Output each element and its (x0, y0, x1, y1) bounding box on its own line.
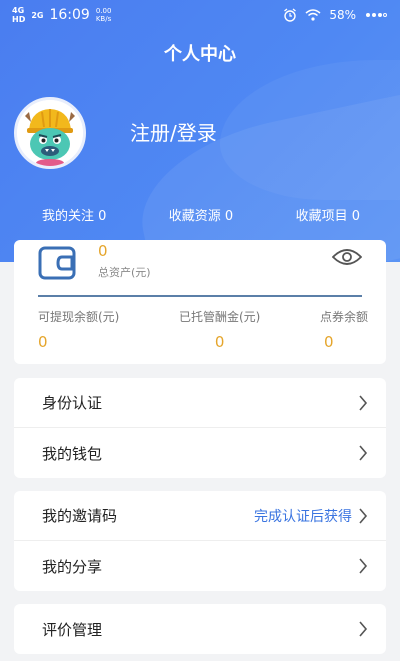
profile-header: 4G HD 2G 16:09 0.00 KB/s 58% 个人中心 注册/登录 … (0, 0, 400, 262)
balance-value: 0 (214, 333, 225, 351)
page-title: 个人中心 (164, 44, 236, 65)
wifi-icon (305, 9, 321, 21)
menu-item-identity-verification[interactable]: 身份认证 (14, 378, 386, 428)
menu-item-review-management[interactable]: 评价管理 (14, 604, 386, 654)
menu-item-label: 我的分享 (42, 557, 103, 576)
total-assets-value: 0 (98, 242, 108, 260)
speed-unit: KB/s (95, 15, 112, 23)
chevron-right-icon (359, 445, 368, 461)
menu-item-my-wallet[interactable]: 我的钱包 (14, 428, 386, 478)
network-4g: 4G (12, 6, 25, 15)
withdrawable-balance: 可提现余额(元) 0 (38, 308, 119, 351)
network-speed: 0.00 KB/s (96, 7, 112, 23)
stat-favorite-resources[interactable]: 收藏资源 0 (169, 205, 233, 227)
stat-following[interactable]: 我的关注 0 (42, 205, 106, 227)
status-right: 58% (283, 8, 388, 22)
menu-item-label: 身份认证 (42, 394, 103, 412)
status-left: 4G HD 2G 16:09 0.00 KB/s (12, 6, 111, 24)
status-time: 16:09 (49, 7, 90, 23)
speed-value: 0.00 (95, 7, 112, 15)
menu-item-invite-code[interactable]: 我的邀请码 完成认证后获得 (14, 491, 386, 541)
register-login-link[interactable]: 注册/登录 (130, 117, 217, 146)
balance-label: 点券余额 (319, 310, 368, 324)
network-hd: HD (12, 15, 26, 24)
invite-code-hint: 完成认证后获得 (254, 508, 352, 525)
alarm-icon (284, 8, 297, 22)
menu-group-invite: 我的邀请码 完成认证后获得 我的分享 (14, 491, 386, 591)
balances-row: 可提现余额(元) 0 已托管酬金(元) 0 点券余额 0 (38, 308, 368, 351)
divider (38, 295, 362, 297)
escrow-balance: 已托管酬金(元) 0 (179, 308, 260, 351)
wallet-icon (38, 246, 76, 280)
stats-row: 我的关注 0 收藏资源 0 收藏项目 0 (0, 205, 400, 227)
chevron-right-icon (359, 394, 368, 411)
balance-label: 可提现余额(元) (38, 310, 120, 324)
menu-group-account: 身份认证 我的钱包 (14, 378, 386, 478)
balance-value: 0 (38, 333, 48, 351)
menu-group-reviews: 评价管理 (14, 604, 386, 654)
network-indicator: 4G HD (12, 6, 25, 24)
mascot-avatar-icon (17, 100, 83, 166)
chevron-right-icon (359, 621, 368, 637)
status-bar: 4G HD 2G 16:09 0.00 KB/s 58% (0, 0, 400, 30)
menu-item-my-share[interactable]: 我的分享 (14, 541, 386, 591)
balance-value: 0 (323, 333, 334, 351)
eye-icon[interactable] (332, 248, 362, 266)
menu-item-label: 我的钱包 (42, 444, 103, 463)
menu-item-label: 评价管理 (42, 620, 103, 639)
total-assets-label: 总资产(元) (98, 266, 151, 279)
balance-label: 已托管酬金(元) (178, 310, 261, 324)
battery-level: 58% (329, 8, 356, 22)
chevron-right-icon (359, 558, 368, 574)
stat-favorite-projects[interactable]: 收藏项目 0 (296, 205, 360, 227)
chevron-right-icon (359, 507, 368, 524)
network-2g: 2G (31, 10, 44, 20)
avatar[interactable] (14, 97, 86, 169)
assets-card: 0 总资产(元) 可提现余额(元) 0 已托管酬金(元) 0 点券余额 0 (14, 240, 386, 364)
battery-icon (366, 13, 387, 17)
coupon-balance: 点券余额 0 (320, 308, 368, 351)
menu-item-label: 我的邀请码 (42, 507, 118, 525)
